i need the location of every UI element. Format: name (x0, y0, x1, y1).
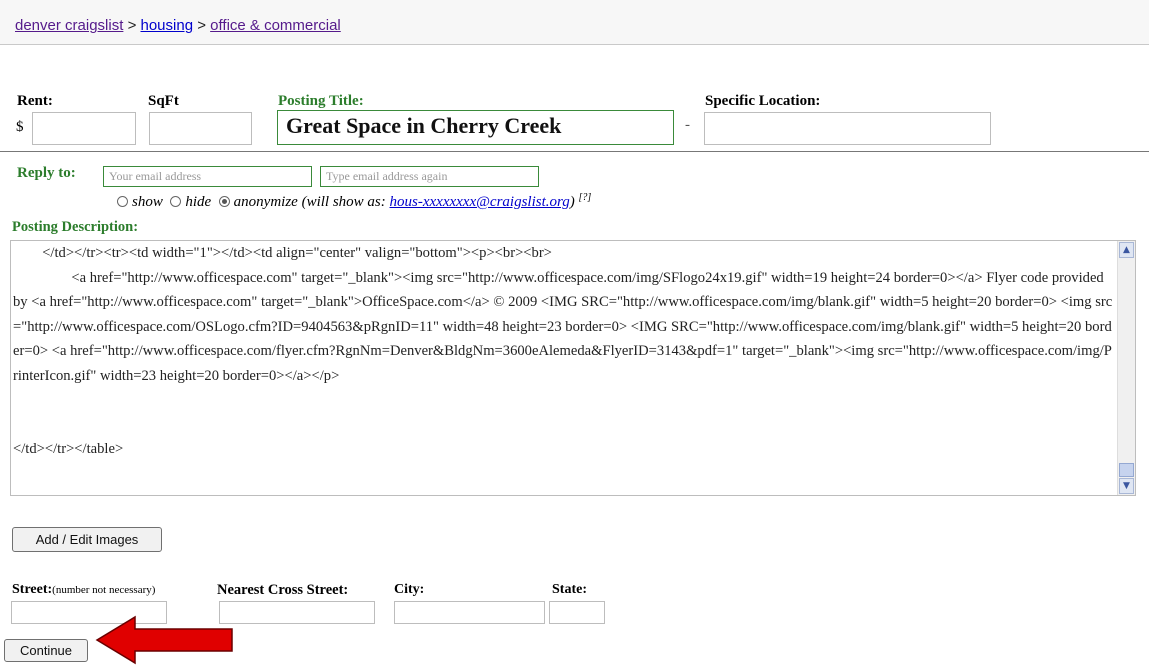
posting-title-input[interactable]: Great Space in Cherry Creek (277, 110, 674, 145)
anonymized-email-link[interactable]: hous-xxxxxxxx@craigslist.org (390, 194, 570, 210)
scroll-down-icon[interactable]: ▼ (1119, 478, 1134, 494)
breadcrumb: denver craigslist > housing > office & c… (15, 17, 341, 34)
scroll-thumb[interactable] (1119, 463, 1134, 477)
cross-street-label: Nearest Cross Street: (217, 582, 349, 598)
help-link[interactable]: [?] (579, 192, 592, 203)
show-option[interactable]: show (117, 194, 163, 210)
hide-option[interactable]: hide (170, 194, 211, 210)
rent-input[interactable] (32, 112, 136, 145)
rent-label: Rent: (17, 93, 53, 109)
breadcrumb-separator: > (197, 17, 206, 34)
state-label: State: (552, 582, 587, 597)
radio-selected-icon[interactable] (218, 196, 230, 207)
scroll-up-icon[interactable]: ▲ (1119, 242, 1134, 258)
specific-location-input[interactable] (704, 112, 991, 145)
reply-options: show hide anonymize (will show as: hous-… (117, 192, 591, 211)
city-label: City: (394, 582, 425, 597)
reply-to-label: Reply to: (17, 165, 76, 181)
posting-title-label: Posting Title: (278, 93, 364, 109)
radio-icon[interactable] (170, 196, 182, 207)
radio-icon[interactable] (117, 196, 128, 207)
location-dash: - (685, 117, 690, 133)
posting-description-text: </td></tr><tr><td width="1"></td><td ali… (13, 245, 1113, 457)
cross-street-input[interactable] (219, 601, 375, 624)
continue-button[interactable]: Continue (4, 639, 88, 662)
posting-description-label: Posting Description: (12, 219, 139, 235)
city-input[interactable] (394, 601, 545, 624)
red-arrow-icon (95, 615, 233, 665)
street-note: (number not necessary) (52, 584, 156, 596)
state-input[interactable] (549, 601, 605, 624)
email-confirm-input[interactable]: Type email address again (320, 166, 539, 187)
currency-symbol: $ (16, 119, 24, 135)
breadcrumb-office-link[interactable]: office & commercial (210, 17, 341, 34)
sqft-label: SqFt (148, 93, 179, 109)
street-label-group: Street:(number not necessary) (12, 582, 156, 597)
breadcrumb-separator: > (127, 17, 137, 34)
description-scrollbar[interactable]: ▲ ▼ (1117, 241, 1135, 495)
posting-description-textarea[interactable]: </td></tr><tr><td width="1"></td><td ali… (10, 240, 1136, 496)
breadcrumb-housing-link[interactable]: housing (141, 17, 194, 34)
anonymize-option[interactable]: anonymize (will show as: (218, 194, 386, 210)
specific-location-label: Specific Location: (705, 93, 821, 109)
email-input[interactable]: Your email address (103, 166, 312, 187)
sqft-input[interactable] (149, 112, 252, 145)
breadcrumb-site-link[interactable]: denver craigslist (15, 17, 123, 34)
section-divider (0, 151, 1149, 152)
add-edit-images-button[interactable]: Add / Edit Images (12, 527, 162, 552)
